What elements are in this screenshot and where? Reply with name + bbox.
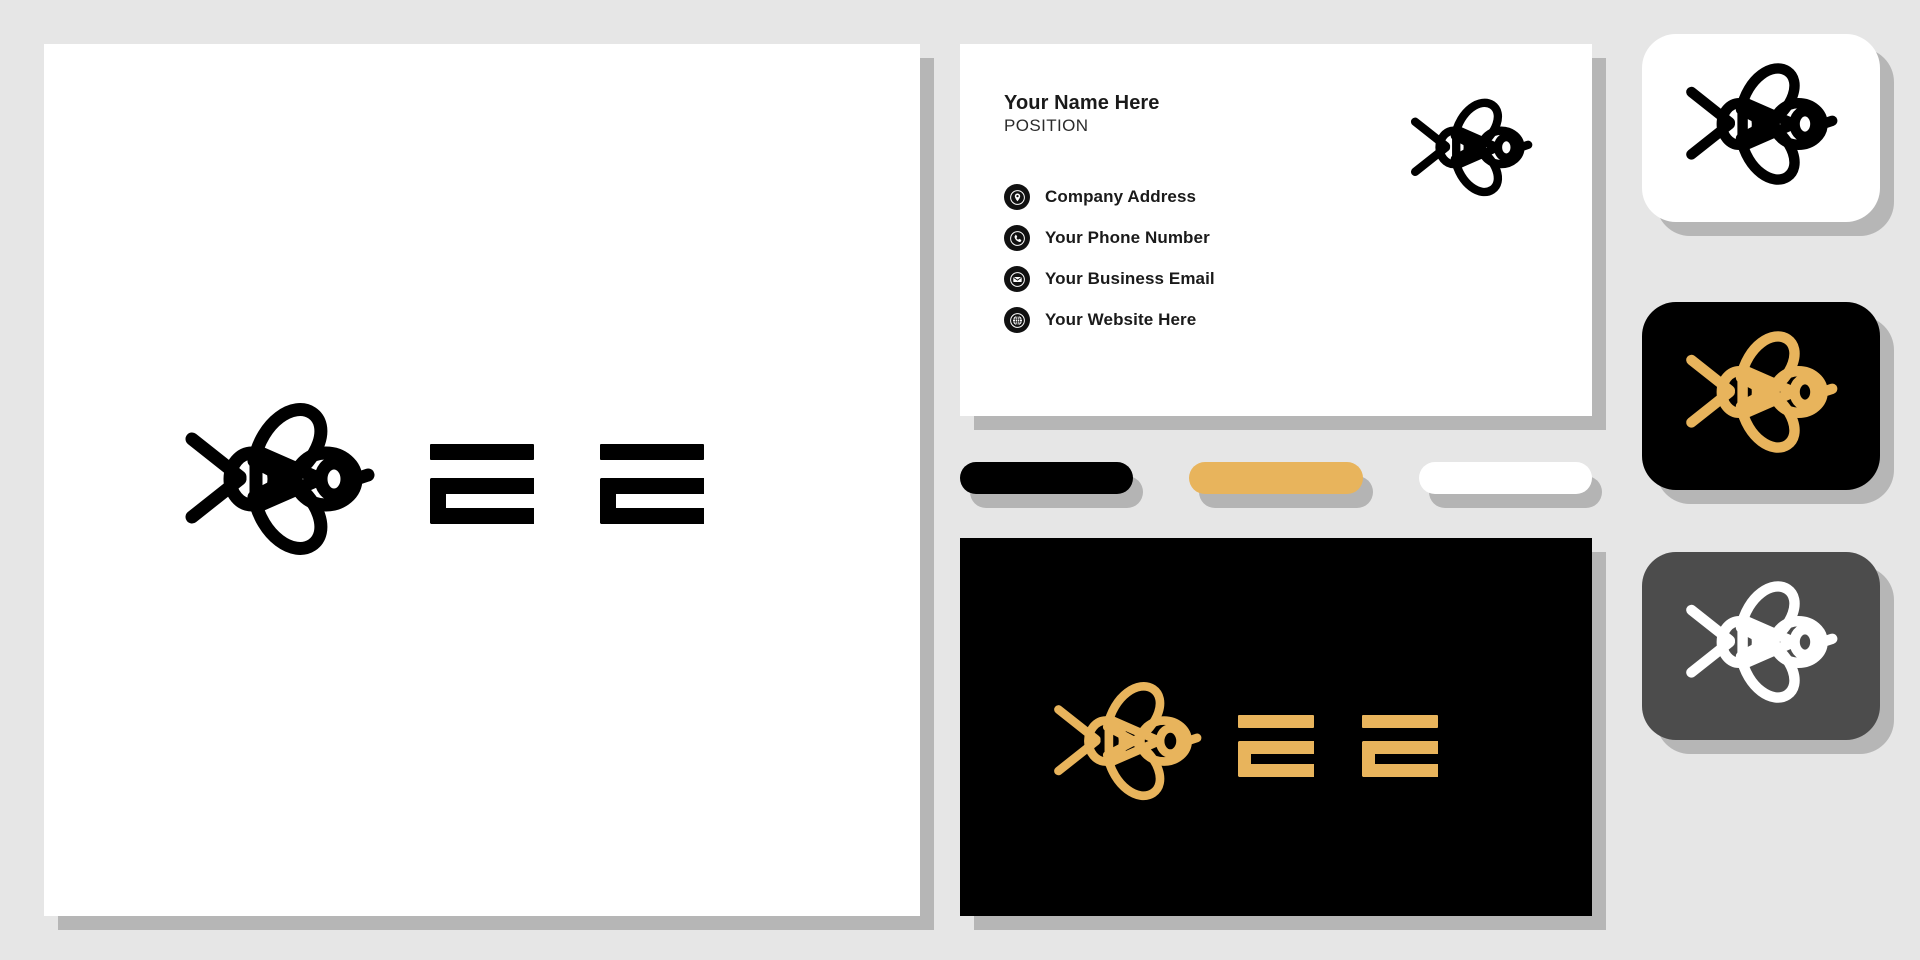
contact-label: Your Phone Number bbox=[1045, 228, 1210, 248]
badge-surface bbox=[1642, 34, 1880, 222]
swatch-white[interactable] bbox=[1418, 462, 1602, 508]
business-card[interactable]: Your Name Here POSITION Company Address bbox=[960, 44, 1606, 430]
bee-icon bbox=[1685, 578, 1838, 715]
dark-panel[interactable] bbox=[960, 538, 1606, 930]
bee-icon bbox=[1685, 60, 1838, 197]
bee-icon bbox=[1410, 96, 1533, 207]
wordmark-glyph-1 bbox=[430, 444, 534, 524]
contact-row-email[interactable]: Your Business Email bbox=[1004, 266, 1548, 293]
badge-dark[interactable] bbox=[1642, 302, 1894, 504]
swatch-fill bbox=[960, 462, 1134, 494]
contact-label: Your Website Here bbox=[1045, 310, 1197, 330]
badge-light[interactable] bbox=[1642, 34, 1894, 236]
badge-surface bbox=[1642, 302, 1880, 490]
letterhead-surface bbox=[44, 44, 920, 916]
glyph-bar bbox=[1238, 714, 1314, 728]
bee-icon bbox=[1052, 678, 1202, 813]
contact-row-website[interactable]: Your Website Here bbox=[1004, 307, 1548, 334]
contact-row-phone[interactable]: Your Phone Number bbox=[1004, 225, 1548, 252]
dark-panel-wordmark bbox=[1238, 714, 1438, 777]
glyph-bar bbox=[1362, 714, 1438, 728]
contact-label: Your Business Email bbox=[1045, 269, 1215, 289]
badge-surface bbox=[1642, 552, 1880, 740]
bee-icon bbox=[184, 399, 375, 569]
wordmark-glyph-2 bbox=[1362, 714, 1438, 777]
bee-icon bbox=[1685, 328, 1838, 465]
location-pin-icon bbox=[1004, 184, 1030, 211]
mockup-stage: Your Name Here POSITION Company Address bbox=[0, 0, 1920, 960]
swatch-black[interactable] bbox=[960, 462, 1144, 508]
dark-panel-surface bbox=[960, 538, 1592, 916]
letterhead-logo-lockup bbox=[184, 399, 704, 569]
glyph-bar bbox=[430, 444, 534, 460]
glyph-c bbox=[600, 478, 704, 524]
business-card-surface: Your Name Here POSITION Company Address bbox=[960, 44, 1592, 416]
wordmark-glyph-2 bbox=[600, 444, 704, 524]
phone-icon bbox=[1004, 225, 1030, 252]
badge-gray[interactable] bbox=[1642, 552, 1894, 754]
contact-label: Company Address bbox=[1045, 187, 1197, 207]
swatch-gold[interactable] bbox=[1189, 462, 1373, 508]
glyph-c bbox=[1362, 740, 1438, 777]
swatch-fill bbox=[1418, 462, 1592, 494]
swatch-fill bbox=[1189, 462, 1363, 494]
dark-panel-logo-lockup bbox=[1052, 678, 1438, 813]
glyph-bar bbox=[600, 444, 704, 460]
envelope-icon bbox=[1004, 266, 1030, 293]
wordmark-glyph-1 bbox=[1238, 714, 1314, 777]
color-palette bbox=[960, 462, 1602, 508]
glyph-c bbox=[430, 478, 534, 524]
glyph-c bbox=[1238, 740, 1314, 777]
globe-icon bbox=[1004, 307, 1030, 334]
letterhead-poster[interactable] bbox=[44, 44, 934, 930]
letterhead-wordmark bbox=[430, 444, 704, 524]
